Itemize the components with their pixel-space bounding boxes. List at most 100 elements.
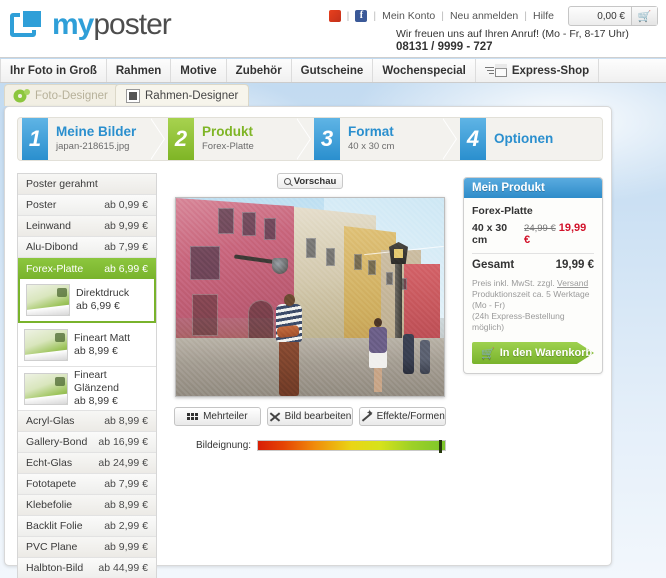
list-item-fineart-matt[interactable]: Fineart Matt ab 8,99 €: [18, 323, 156, 367]
bild-bearbeiten-button[interactable]: Bild bearbeiten: [266, 407, 354, 426]
list-item-gallery-bond[interactable]: Gallery-Bond ab 16,99 €: [18, 432, 156, 453]
nav-item-gutscheine[interactable]: Gutscheine: [292, 59, 374, 82]
divider: |: [441, 10, 444, 22]
phone-info: Wir freuen uns auf Ihren Anruf! (Mo - Fr…: [396, 28, 656, 54]
step-3-sub: 40 x 30 cm: [348, 141, 395, 152]
divider: [472, 253, 594, 254]
step-3-format[interactable]: 3 Format 40 x 30 cm: [310, 118, 457, 160]
step-4-optionen[interactable]: 4 Optionen: [456, 118, 602, 160]
link-mein-konto[interactable]: Mein Konto: [382, 10, 435, 22]
list-item-acryl-glas[interactable]: Acryl-Glas ab 8,99 €: [18, 411, 156, 432]
list-item-leinwand[interactable]: Leinwand ab 9,99 €: [18, 216, 156, 237]
header-links: | f | Mein Konto | Neu anmelden | Hilfe …: [328, 6, 658, 26]
step-1-meine-bilder[interactable]: 1 Meine Bilder japan-218615.jpg: [18, 118, 165, 160]
effekte-formen-label: Effekte/Formen: [376, 411, 445, 422]
list-item-price: ab 24,99 €: [98, 457, 148, 469]
list-item-label: Poster gerahmt: [26, 178, 98, 190]
list-item-price: ab 6,99 €: [104, 262, 148, 275]
facebook-icon[interactable]: f: [355, 10, 368, 22]
link-hilfe[interactable]: Hilfe: [533, 10, 554, 22]
list-item-label: Fineart Glänzend: [74, 369, 119, 394]
fine-print-line1: Preis inkl. MwSt. zzgl.: [472, 278, 558, 288]
bild-bearbeiten-label: Bild bearbeiten: [284, 411, 352, 422]
preview-button[interactable]: Vorschau: [277, 173, 343, 189]
tab-rahmen-designer-label: Rahmen-Designer: [145, 89, 239, 102]
nav-item-express-shop-label: Express-Shop: [511, 64, 590, 77]
list-item-label: Poster: [26, 199, 57, 211]
list-item-echt-glas[interactable]: Echt-Glas ab 24,99 €: [18, 453, 156, 474]
list-item-poster[interactable]: Poster ab 0,99 €: [18, 195, 156, 216]
my-product-name: Forex-Platte: [472, 205, 533, 217]
logo-text: myposter: [52, 10, 172, 40]
cart-widget[interactable]: 0,00 € 🛒: [568, 6, 658, 26]
mister-wong-icon[interactable]: [328, 10, 341, 22]
photo-texture: [176, 198, 444, 396]
nav-item-ihr-foto-in-gross[interactable]: Ihr Foto in Groß: [0, 59, 107, 82]
nav-item-zubehoer[interactable]: Zubehör: [227, 59, 292, 82]
nav-item-wochenspecial[interactable]: Wochenspecial: [373, 59, 476, 82]
nav-item-express-shop[interactable]: Express-Shop: [476, 59, 600, 82]
tools-icon: [269, 411, 280, 422]
list-item-klebefolie[interactable]: Klebefolie ab 8,99 €: [18, 495, 156, 516]
list-item-price: ab 2,99 €: [104, 520, 148, 532]
cart-icon[interactable]: 🛒: [631, 7, 657, 25]
tab-rahmen-designer[interactable]: Rahmen-Designer: [115, 84, 250, 106]
list-item-label: Alu-Dibond: [26, 241, 78, 253]
tab-foto-designer[interactable]: Foto-Designer: [4, 84, 119, 106]
step-3-title: Format: [348, 124, 394, 139]
cart-amount: 0,00 €: [597, 10, 625, 22]
nav-item-motive[interactable]: Motive: [171, 59, 227, 82]
main-navigation: Ihr Foto in Groß Rahmen Motive Zubehör G…: [0, 59, 666, 83]
effekte-formen-button[interactable]: ✦ Effekte/Formen: [359, 407, 447, 426]
nav-item-rahmen[interactable]: Rahmen: [107, 59, 172, 82]
list-item-price: ab 7,99 €: [104, 478, 148, 490]
step-2-number: 2: [168, 118, 194, 160]
link-neu-anmelden[interactable]: Neu anmelden: [450, 10, 518, 22]
preview-area: Vorschau Mehrteiler Bild bearbeiten ✦ Ef…: [165, 173, 455, 453]
list-item-fineart-glaenzend[interactable]: Fineart Glänzend ab 8,99 €: [18, 367, 156, 411]
logo[interactable]: myposter: [10, 8, 172, 42]
list-item-price: ab 44,99 €: [98, 562, 148, 574]
step-1-number: 1: [22, 118, 48, 160]
my-product-old-price: 24,99 €: [524, 223, 556, 234]
list-item-direktdruck[interactable]: Direktdruck ab 6,99 €: [18, 279, 156, 323]
chevron-right-icon: [151, 118, 165, 160]
divider: |: [524, 10, 527, 22]
tab-foto-designer-label: Foto-Designer: [35, 89, 108, 102]
mehrteiler-button[interactable]: Mehrteiler: [174, 407, 261, 426]
list-item-label: Direktdruck: [76, 287, 130, 299]
step-2-title: Produkt: [202, 124, 254, 139]
list-item-alu-dibond[interactable]: Alu-Dibond ab 7,99 €: [18, 237, 156, 258]
photo-canvas[interactable]: [175, 197, 445, 397]
list-item-price: ab 7,99 €: [104, 241, 148, 253]
list-item-price: ab 6,99 €: [76, 300, 120, 312]
add-to-cart-button[interactable]: 🛒 In den Warenkorb: [472, 342, 594, 364]
divider: |: [346, 10, 350, 22]
list-item-label: Halbton-Bild: [26, 562, 84, 574]
list-item-price: ab 16,99 €: [98, 436, 148, 448]
fine-print-line3: (24h Express-Bestellung möglich): [472, 311, 565, 332]
list-item-halbton-bild[interactable]: Halbton-Bild ab 44,99 €: [18, 558, 156, 578]
step-2-produkt[interactable]: 2 Produkt Forex-Platte: [164, 118, 311, 160]
list-item-price: ab 8,99 €: [104, 415, 148, 427]
my-product-title: Mein Produkt: [464, 178, 602, 198]
gears-icon: [15, 89, 30, 102]
list-item-forex-platte[interactable]: Forex-Platte ab 6,99 €: [18, 258, 156, 279]
list-item-pvc-plane[interactable]: PVC Plane ab 9,99 €: [18, 537, 156, 558]
list-item-price: ab 8,99 €: [104, 499, 148, 511]
product-thumbnail: [24, 372, 68, 405]
list-item-poster-gerahmt[interactable]: Poster gerahmt: [18, 174, 156, 195]
versand-link[interactable]: Versand: [557, 278, 588, 288]
list-item-price: ab 8,99 €: [74, 395, 118, 407]
list-item-label: Fineart Matt: [74, 331, 131, 344]
total-price: 19,99 €: [555, 259, 594, 271]
step-4-number: 4: [460, 118, 486, 160]
list-item-backlit-folie[interactable]: Backlit Folie ab 2,99 €: [18, 516, 156, 537]
add-to-cart-label: In den Warenkorb: [499, 347, 593, 359]
designer-panel: 1 Meine Bilder japan-218615.jpg 2 Produk…: [4, 106, 612, 578]
divider: |: [373, 10, 377, 22]
list-item-label: Backlit Folie: [26, 520, 83, 532]
list-item-label: Leinwand: [26, 220, 71, 232]
grid-icon: [187, 413, 199, 420]
list-item-fototapete[interactable]: Fototapete ab 7,99 €: [18, 474, 156, 495]
